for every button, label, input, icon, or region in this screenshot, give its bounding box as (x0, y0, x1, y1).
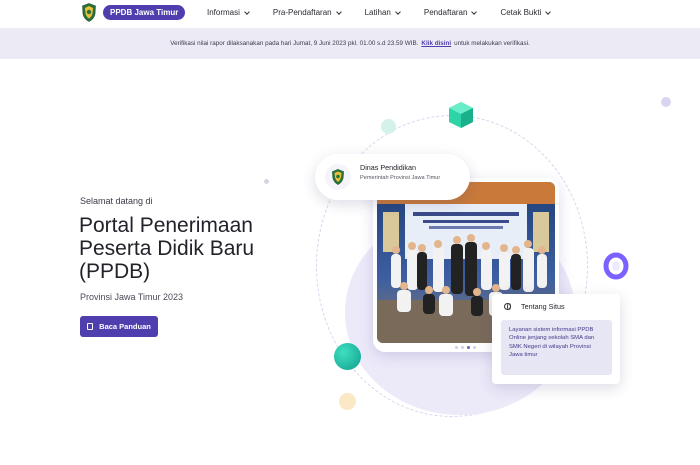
notice-link[interactable]: Klik disini (421, 40, 451, 47)
carousel-indicator (455, 346, 479, 349)
page-title: Portal Penerimaan Peserta Didik Baru (PP… (79, 214, 255, 283)
read-guide-button[interactable]: Baca Panduan (80, 316, 158, 337)
menu-pendaftaran[interactable]: Pendaftaran (423, 8, 478, 17)
chevron-down-icon (244, 8, 250, 15)
main-menu: Informasi Pra-Pendaftaran Latihan Pendaf… (207, 0, 574, 25)
decorative-dot (339, 393, 356, 410)
jawa-timur-emblem-icon[interactable] (82, 3, 96, 22)
decorative-dot (381, 119, 396, 134)
welcome-text: Selamat datang di (80, 196, 153, 206)
menu-label: Latihan (364, 8, 391, 17)
chevron-down-icon (471, 8, 478, 15)
dinas-subtitle: Pemerintah Provinsi Jawa Timur (360, 175, 441, 181)
about-site-title: Tentang Situs (521, 302, 565, 311)
decorative-dot (334, 343, 361, 370)
jawa-timur-emblem-icon (332, 169, 344, 185)
carousel-dot[interactable] (461, 346, 464, 349)
menu-label: Cetak Bukti (500, 8, 542, 17)
menu-label: Pendaftaran (423, 8, 468, 17)
chevron-down-icon (335, 8, 342, 15)
page-subtitle: Provinsi Jawa Timur 2023 (80, 292, 184, 302)
menu-label: Informasi (207, 8, 240, 17)
read-guide-label: Baca Panduan (99, 322, 151, 331)
chevron-down-icon (395, 8, 401, 15)
verification-notice: Verifikasi nilai rapor dilaksanakan pada… (0, 28, 700, 59)
decorative-cube (449, 102, 473, 128)
about-site-header: Tentang Situs (504, 302, 565, 311)
menu-latihan[interactable]: Latihan (364, 8, 401, 17)
dinas-pendidikan-card: Dinas Pendidikan Pemerintah Provinsi Jaw… (315, 154, 470, 200)
notice-text-after: untuk melakukan verifikasi. (454, 40, 530, 47)
carousel-dot[interactable] (455, 346, 458, 349)
dinas-title: Dinas Pendidikan (360, 163, 416, 172)
top-navbar: PPDB Jawa Timur Informasi Pra-Pendaftara… (0, 0, 700, 28)
carousel-dot-active[interactable] (467, 346, 470, 349)
decorative-dot (264, 179, 269, 184)
globe-icon (504, 303, 511, 310)
dinas-logo (325, 164, 351, 190)
decorative-ring-purple (603, 252, 629, 280)
notice-text: Verifikasi nilai rapor dilaksanakan pada… (170, 40, 419, 47)
about-site-description: Layanan sistem informasi PPDB Online jen… (501, 320, 612, 375)
menu-label: Pra-Pendaftaran (272, 8, 332, 17)
menu-cetak-bukti[interactable]: Cetak Bukti (500, 8, 552, 17)
chevron-down-icon (545, 8, 552, 15)
menu-informasi[interactable]: Informasi (207, 8, 250, 17)
decorative-dot (661, 97, 671, 107)
brand-badge[interactable]: PPDB Jawa Timur (103, 5, 186, 20)
menu-pra-pendaftaran[interactable]: Pra-Pendaftaran (272, 8, 342, 17)
carousel-dot[interactable] (473, 346, 476, 349)
about-site-card: Tentang Situs Layanan sistem informasi P… (492, 294, 620, 384)
book-icon (87, 323, 94, 330)
